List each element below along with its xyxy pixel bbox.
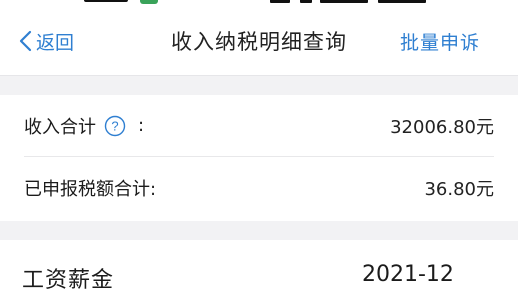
status-time — [84, 0, 128, 2]
tax-total-row: 已申报税额合计: 36.80元 — [24, 157, 494, 219]
back-button[interactable]: 返回 — [18, 27, 74, 55]
status-network-icon — [320, 0, 368, 3]
help-icon[interactable]: ? — [104, 115, 126, 137]
tax-total-label: 已申报税额合计: — [24, 179, 157, 200]
income-type: 工资薪金 — [22, 268, 115, 290]
income-total-row: 收入合计 ? : 32006.80元 — [24, 95, 494, 157]
list-item[interactable]: 工资薪金 2021-12 — [0, 240, 518, 290]
page-title: 收入纳税明细查询 — [171, 30, 347, 54]
status-wifi-icon — [300, 0, 312, 3]
summary-card: 收入合计 ? : 32006.80元 已申报税额合计: 36.80元 — [0, 95, 518, 221]
status-battery-icon — [378, 0, 426, 3]
income-total-label: 收入合计 — [24, 116, 96, 138]
batch-appeal-button[interactable]: 批量申诉 — [400, 28, 480, 55]
back-label: 返回 — [36, 31, 75, 54]
income-period: 2021-12 — [362, 262, 454, 287]
svg-text:?: ? — [111, 118, 118, 133]
income-total-value: 32006.80元 — [390, 116, 494, 138]
chevron-left-icon — [19, 30, 32, 52]
nav-bar: 返回 收入纳税明细查询 批量申诉 — [0, 5, 518, 76]
status-signal-icon — [270, 0, 290, 3]
income-total-colon: : — [138, 115, 145, 136]
tax-total-value: 36.80元 — [424, 179, 494, 200]
status-app-icon — [140, 0, 158, 4]
